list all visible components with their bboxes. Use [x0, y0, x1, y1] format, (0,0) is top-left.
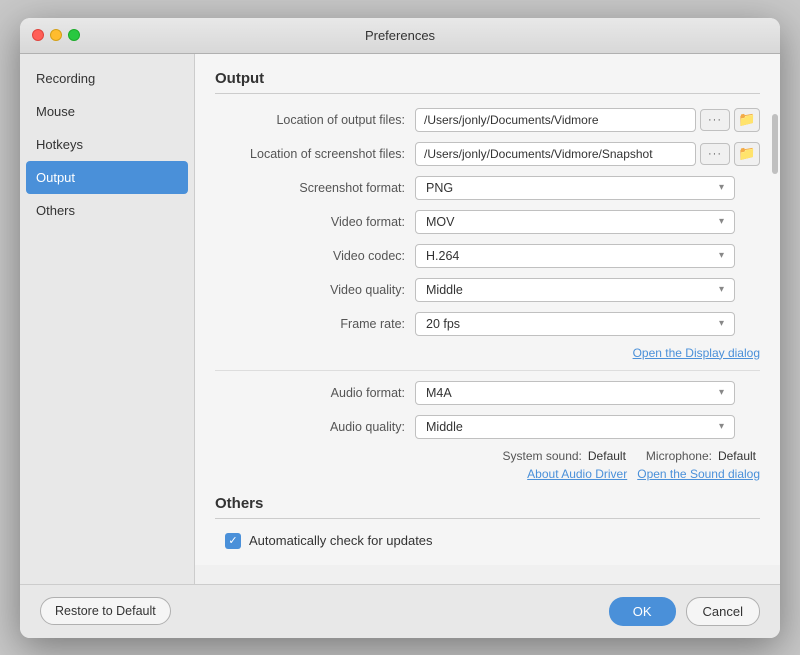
microphone-value: Default	[718, 449, 756, 463]
output-location-row: Location of output files: ··· 📁	[215, 108, 760, 132]
audio-quality-label: Audio quality:	[215, 420, 415, 434]
frame-rate-label: Frame rate:	[215, 317, 415, 331]
content-area: Recording Mouse Hotkeys Output Others Ou…	[20, 54, 780, 584]
system-sound-value: Default	[588, 449, 626, 463]
main-content: Output Location of output files: ··· 📁 L…	[195, 54, 780, 565]
microphone-label: Microphone:	[646, 449, 712, 463]
audio-links-row: About Audio Driver Open the Sound dialog	[215, 467, 760, 481]
frame-rate-field: 20 fps ▾	[415, 312, 735, 336]
sidebar-item-others[interactable]: Others	[20, 194, 194, 227]
video-quality-label: Video quality:	[215, 283, 415, 297]
screenshot-format-select[interactable]: PNG ▾	[415, 176, 735, 200]
close-button[interactable]	[32, 29, 44, 41]
video-format-label: Video format:	[215, 215, 415, 229]
chevron-down-icon-7: ▾	[719, 421, 724, 432]
audio-quality-field: Middle ▾	[415, 415, 735, 439]
folder-icon-2: 📁	[738, 145, 755, 162]
sidebar-item-hotkeys[interactable]: Hotkeys	[20, 128, 194, 161]
screenshot-location-label: Location of screenshot files:	[215, 147, 415, 161]
system-sound-pair: System sound: Default	[503, 449, 626, 463]
video-codec-label: Video codec:	[215, 249, 415, 263]
output-section-title: Output	[215, 70, 760, 94]
screenshot-location-field: ··· 📁	[415, 142, 760, 166]
window-title: Preferences	[365, 28, 435, 43]
output-dots-button[interactable]: ···	[700, 109, 730, 131]
sidebar-item-output[interactable]: Output	[26, 161, 188, 194]
display-dialog-row: Open the Display dialog	[215, 346, 760, 360]
folder-icon: 📁	[738, 111, 755, 128]
auto-update-checkbox[interactable]: ✓	[225, 533, 241, 549]
audio-format-select[interactable]: M4A ▾	[415, 381, 735, 405]
footer: Restore to Default OK Cancel	[20, 584, 780, 638]
restore-default-button[interactable]: Restore to Default	[40, 597, 171, 625]
auto-update-row: ✓ Automatically check for updates	[215, 533, 760, 549]
sidebar-item-mouse[interactable]: Mouse	[20, 95, 194, 128]
screenshot-format-field: PNG ▾	[415, 176, 735, 200]
sidebar-item-recording[interactable]: Recording	[20, 62, 194, 95]
display-dialog-link[interactable]: Open the Display dialog	[633, 346, 760, 360]
output-location-label: Location of output files:	[215, 113, 415, 127]
screenshot-format-row: Screenshot format: PNG ▾	[215, 176, 760, 200]
sidebar: Recording Mouse Hotkeys Output Others	[20, 54, 195, 584]
chevron-down-icon-3: ▾	[719, 250, 724, 261]
about-audio-driver-link[interactable]: About Audio Driver	[527, 467, 627, 481]
others-section: Others ✓ Automatically check for updates	[215, 495, 760, 549]
open-sound-dialog-link[interactable]: Open the Sound dialog	[637, 467, 760, 481]
cancel-button[interactable]: Cancel	[686, 597, 760, 626]
titlebar: Preferences	[20, 18, 780, 54]
audio-format-label: Audio format:	[215, 386, 415, 400]
check-icon: ✓	[228, 534, 237, 547]
minimize-button[interactable]	[50, 29, 62, 41]
video-codec-select[interactable]: H.264 ▾	[415, 244, 735, 268]
audio-quality-row: Audio quality: Middle ▾	[215, 415, 760, 439]
output-location-input[interactable]	[415, 108, 696, 132]
screenshot-folder-button[interactable]: 📁	[734, 142, 760, 166]
chevron-down-icon: ▾	[719, 182, 724, 193]
screenshot-location-input[interactable]	[415, 142, 696, 166]
system-sound-row: System sound: Default Microphone: Defaul…	[215, 449, 760, 463]
microphone-pair: Microphone: Default	[646, 449, 756, 463]
ok-button[interactable]: OK	[609, 597, 676, 626]
chevron-down-icon-5: ▾	[719, 318, 724, 329]
chevron-down-icon-6: ▾	[719, 387, 724, 398]
video-codec-row: Video codec: H.264 ▾	[215, 244, 760, 268]
chevron-down-icon-4: ▾	[719, 284, 724, 295]
video-quality-select[interactable]: Middle ▾	[415, 278, 735, 302]
video-quality-row: Video quality: Middle ▾	[215, 278, 760, 302]
frame-rate-row: Frame rate: 20 fps ▾	[215, 312, 760, 336]
audio-format-field: M4A ▾	[415, 381, 735, 405]
video-format-field: MOV ▾	[415, 210, 735, 234]
chevron-down-icon-2: ▾	[719, 216, 724, 227]
main-wrapper: Output Location of output files: ··· 📁 L…	[195, 54, 780, 584]
auto-update-label: Automatically check for updates	[249, 533, 433, 548]
maximize-button[interactable]	[68, 29, 80, 41]
others-section-title: Others	[215, 495, 760, 519]
video-codec-field: H.264 ▾	[415, 244, 735, 268]
video-quality-field: Middle ▾	[415, 278, 735, 302]
system-sound-label: System sound:	[503, 449, 582, 463]
audio-quality-select[interactable]: Middle ▾	[415, 415, 735, 439]
frame-rate-select[interactable]: 20 fps ▾	[415, 312, 735, 336]
scrollbar-track	[772, 94, 778, 529]
preferences-window: Preferences Recording Mouse Hotkeys Outp…	[20, 18, 780, 638]
screenshot-format-label: Screenshot format:	[215, 181, 415, 195]
output-location-field: ··· 📁	[415, 108, 760, 132]
scrollbar-thumb[interactable]	[772, 114, 778, 174]
video-format-select[interactable]: MOV ▾	[415, 210, 735, 234]
audio-format-row: Audio format: M4A ▾	[215, 381, 760, 405]
screenshot-dots-button[interactable]: ···	[700, 143, 730, 165]
audio-section: Audio format: M4A ▾ Audio quality:	[215, 370, 760, 481]
traffic-lights	[32, 29, 80, 41]
screenshot-location-row: Location of screenshot files: ··· 📁	[215, 142, 760, 166]
output-folder-button[interactable]: 📁	[734, 108, 760, 132]
footer-buttons: OK Cancel	[609, 597, 760, 626]
video-format-row: Video format: MOV ▾	[215, 210, 760, 234]
